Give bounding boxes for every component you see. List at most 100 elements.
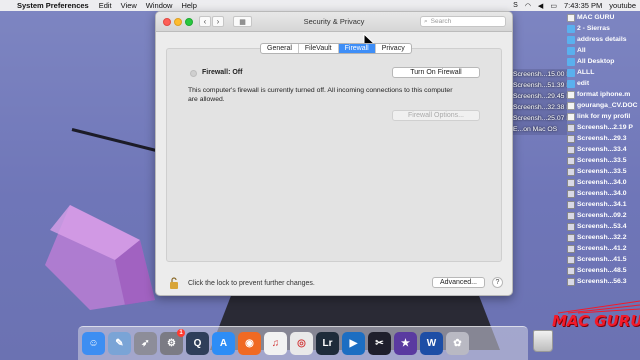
launchpad-icon[interactable]: ➶ bbox=[134, 332, 157, 355]
screenshot-icon bbox=[567, 167, 575, 176]
firewall-status-indicator bbox=[190, 70, 197, 77]
menu-app-name[interactable]: System Preferences bbox=[17, 1, 89, 10]
desktop-item[interactable]: 2 - Sierras bbox=[567, 23, 640, 34]
desktop-item[interactable]: Screensh...33.5 bbox=[567, 166, 640, 177]
desktop-item[interactable]: Screensh...33.5 bbox=[567, 155, 640, 166]
desktop-item[interactable]: Screensh...32.2 bbox=[567, 232, 640, 243]
firewall-status: Firewall: Off bbox=[202, 69, 243, 76]
skype-icon[interactable]: S bbox=[513, 2, 518, 9]
tab-bar: General FileVault Firewall Privacy bbox=[260, 43, 412, 54]
desktop-item[interactable]: Screensh...41.2 bbox=[567, 243, 640, 254]
desktop-file[interactable]: Screensh...32.38 PM bbox=[513, 102, 567, 113]
final-cut-icon[interactable]: ✂ bbox=[368, 332, 391, 355]
screenshot-icon bbox=[567, 233, 575, 242]
doc-icon bbox=[567, 112, 575, 121]
menu-window[interactable]: Window bbox=[146, 1, 173, 10]
desktop-item-label: edit bbox=[577, 80, 590, 87]
trash-icon[interactable] bbox=[533, 330, 553, 352]
folder-icon bbox=[567, 57, 575, 66]
firewall-panel: Firewall: Off Turn On Firewall This comp… bbox=[166, 48, 502, 262]
desktop-item[interactable]: All Desktop bbox=[567, 56, 640, 67]
preview-icon[interactable]: ✎ bbox=[108, 332, 131, 355]
tab-firewall[interactable]: Firewall bbox=[338, 44, 376, 53]
menu-user[interactable]: youtube bbox=[609, 1, 636, 10]
firefox-icon[interactable]: ◉ bbox=[238, 332, 261, 355]
desktop-item-label: Screensh...34.0 bbox=[577, 179, 627, 186]
desktop-item[interactable]: Screensh...41.5 bbox=[567, 254, 640, 265]
desktop-item-label: Screensh...32.2 bbox=[577, 234, 627, 241]
desktop-item[interactable]: address details bbox=[567, 34, 640, 45]
menu-clock[interactable]: 7:43:35 PM bbox=[564, 1, 602, 10]
desktop-item-label: Screensh...34.1 bbox=[577, 201, 627, 208]
desktop-item-label: Screensh...09.2 bbox=[577, 212, 627, 219]
desktop-file[interactable]: Screensh...51.39 PM bbox=[513, 80, 567, 91]
doc-icon bbox=[567, 101, 575, 110]
desktop-item-label: All Desktop bbox=[577, 58, 615, 65]
desktop-item[interactable]: Screensh...34.0 bbox=[567, 188, 640, 199]
desktop-item[interactable]: Screensh...33.4 bbox=[567, 144, 640, 155]
volume-icon[interactable]: ◀ bbox=[538, 2, 543, 10]
desktop-file[interactable]: E...on Mac OS bbox=[513, 124, 567, 135]
desktop-item-label: Screensh...41.2 bbox=[577, 245, 627, 252]
search-field[interactable]: ⌕ Search bbox=[420, 16, 506, 27]
photo-booth-icon[interactable]: ✿ bbox=[446, 332, 469, 355]
firewall-options-button[interactable]: Firewall Options... bbox=[392, 110, 480, 121]
desktop-item-label: Screensh...41.5 bbox=[577, 256, 627, 263]
menu-bar: System Preferences Edit View Window Help… bbox=[0, 0, 640, 11]
desktop-item[interactable]: Screensh...34.0 bbox=[567, 177, 640, 188]
desktop-item[interactable]: link for my profil bbox=[567, 111, 640, 122]
menu-view[interactable]: View bbox=[121, 1, 137, 10]
desktop-item[interactable]: Screensh...09.2 bbox=[567, 210, 640, 221]
tab-filevault[interactable]: FileVault bbox=[299, 44, 339, 53]
desktop-file[interactable]: Screensh...15.00 PM bbox=[513, 69, 567, 80]
desktop-item-label: address details bbox=[577, 36, 627, 43]
menu-edit[interactable]: Edit bbox=[99, 1, 112, 10]
security-privacy-window: ‹ › ▦ Security & Privacy ⌕ Search Genera… bbox=[155, 11, 513, 296]
desktop-item[interactable]: Screensh...53.4 bbox=[567, 221, 640, 232]
screenshot-icon bbox=[567, 123, 575, 132]
desktop-item-label: All bbox=[577, 47, 586, 54]
lightroom-icon[interactable]: Lr bbox=[316, 332, 339, 355]
desktop-decoration-line bbox=[71, 128, 162, 154]
desktop-item-label: Screensh...48.5 bbox=[577, 267, 627, 274]
tab-privacy[interactable]: Privacy bbox=[376, 44, 411, 53]
desktop-item[interactable]: Screensh...29.3 bbox=[567, 133, 640, 144]
screenshot-icon bbox=[567, 222, 575, 231]
screenshot-icon bbox=[567, 200, 575, 209]
chrome-icon[interactable]: ◎ bbox=[290, 332, 313, 355]
battery-icon[interactable]: ▭ bbox=[550, 2, 557, 10]
desktop-item[interactable]: MAC GURU bbox=[567, 12, 640, 23]
desktop-item[interactable]: All bbox=[567, 45, 640, 56]
desktop-item-label: MAC GURU bbox=[577, 14, 615, 21]
word-icon[interactable]: W bbox=[420, 332, 443, 355]
desktop-item[interactable]: ALLL bbox=[567, 67, 640, 78]
turn-on-firewall-button[interactable]: Turn On Firewall bbox=[392, 67, 480, 78]
help-button[interactable]: ? bbox=[492, 277, 503, 288]
desktop-item[interactable]: Screensh...48.5 bbox=[567, 265, 640, 276]
desktop-file[interactable]: Screensh...29.45 PM bbox=[513, 91, 567, 102]
desktop-item[interactable]: edit bbox=[567, 78, 640, 89]
desktop-item[interactable]: gouranga_CV.DOC bbox=[567, 100, 640, 111]
desktop-item-label: Screensh...29.3 bbox=[577, 135, 627, 142]
folder-icon bbox=[567, 35, 575, 44]
app-store-icon[interactable]: A bbox=[212, 332, 235, 355]
desktop-item[interactable]: Screensh...34.1 bbox=[567, 199, 640, 210]
desktop-item[interactable]: format iphone.m bbox=[567, 89, 640, 100]
desktop-file-list-partial: Screensh...15.00 PM Screensh...51.39 PM … bbox=[513, 69, 567, 135]
quicktime-icon[interactable]: Q bbox=[186, 332, 209, 355]
tab-general[interactable]: General bbox=[261, 44, 299, 53]
menu-help[interactable]: Help bbox=[181, 1, 196, 10]
screenshot-icon bbox=[567, 134, 575, 143]
system-preferences-icon[interactable]: ⚙ 1 bbox=[160, 329, 185, 355]
lock-icon[interactable] bbox=[169, 277, 179, 289]
desktop-item[interactable]: Screensh...2.19 P bbox=[567, 122, 640, 133]
itunes-icon[interactable]: ♫ bbox=[264, 332, 287, 355]
screenflow-icon[interactable]: ▶ bbox=[342, 332, 365, 355]
desktop-item[interactable]: Screensh...56.3 bbox=[567, 276, 640, 287]
wifi-icon[interactable]: ◠ bbox=[525, 2, 531, 10]
advanced-button[interactable]: Advanced... bbox=[432, 277, 485, 288]
finder-icon[interactable]: ☺ bbox=[82, 332, 105, 355]
window-titlebar[interactable]: ‹ › ▦ Security & Privacy ⌕ Search bbox=[156, 12, 512, 32]
desktop-file[interactable]: Screensh...25.07 PM bbox=[513, 113, 567, 124]
imovie-icon[interactable]: ★ bbox=[394, 332, 417, 355]
